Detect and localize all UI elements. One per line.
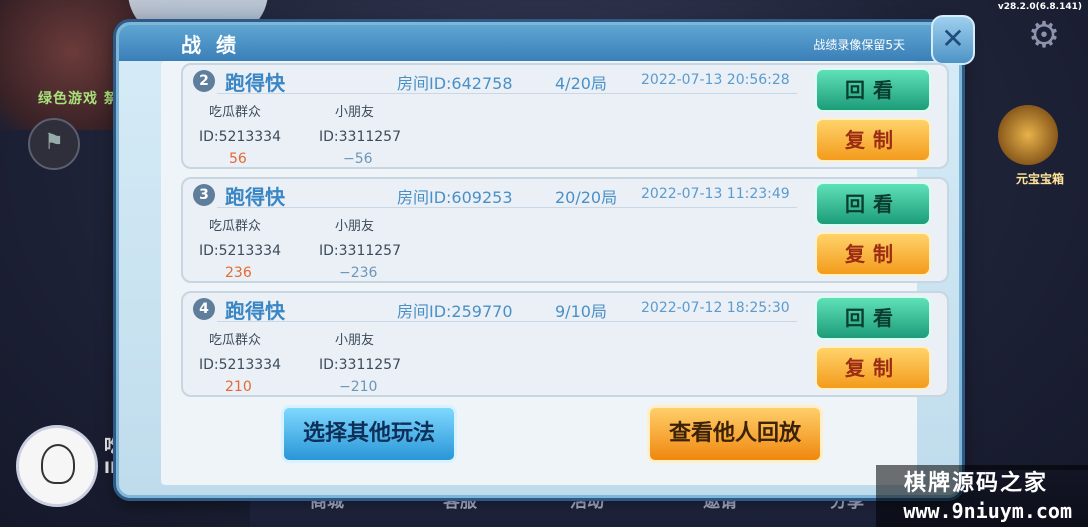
replay-button[interactable]: 回看	[815, 296, 931, 340]
watermark-title: 棋牌源码之家	[903, 471, 1048, 496]
player1-id: ID:5213334	[199, 243, 281, 259]
select-other-game-button[interactable]: 选择其他玩法	[281, 405, 457, 463]
replay-button[interactable]: 回看	[815, 68, 931, 112]
room-id: 房间ID:642758	[397, 74, 513, 93]
copy-button[interactable]: 复制	[815, 346, 931, 390]
room-id: 房间ID:259770	[397, 302, 513, 321]
round-count: 20/20局	[555, 188, 618, 207]
record-card: 2 跑得快 房间ID:642758 4/20局 2022-07-13 20:56…	[181, 63, 949, 169]
replay-button[interactable]: 回看	[815, 182, 931, 226]
copy-button[interactable]: 复制	[815, 118, 931, 162]
player1-name: 吃瓜群众	[209, 333, 262, 348]
records-dialog: 战 绩 战绩录像保留5天 ✕ 2 跑得快 房间ID:642758 4/20局 2…	[116, 15, 975, 498]
player1-score: 210	[225, 379, 252, 395]
room-id: 房间ID:609253	[397, 188, 513, 207]
record-datetime: 2022-07-13 11:23:49	[641, 186, 790, 202]
watermark-url: www.9niuym.com	[903, 499, 1072, 523]
avatar[interactable]	[16, 425, 98, 507]
round-count: 4/20局	[555, 74, 607, 93]
retention-note: 战绩录像保留5天	[813, 38, 905, 52]
record-card: 4 跑得快 房间ID:259770 9/10局 2022-07-12 18:25…	[181, 291, 949, 397]
gear-icon[interactable]: ⚙	[1024, 16, 1064, 56]
player2-score: −236	[339, 265, 378, 281]
player2-name: 小朋友	[335, 105, 375, 120]
player1-name: 吃瓜群众	[209, 105, 262, 120]
player1-id: ID:5213334	[199, 357, 281, 373]
dialog-header: 战 绩 战绩录像保留5天	[119, 25, 959, 61]
view-others-replay-button[interactable]: 查看他人回放	[647, 405, 823, 463]
record-index-badge: 4	[193, 298, 215, 320]
close-icon[interactable]: ✕	[931, 15, 975, 65]
record-datetime: 2022-07-12 18:25:30	[641, 300, 790, 316]
round-count: 9/10局	[555, 302, 607, 321]
stamp-icon[interactable]: ⚑	[28, 118, 80, 170]
player2-score: −56	[343, 151, 373, 167]
treasure-chest-label: 元宝宝箱	[1015, 172, 1064, 186]
game-name: 跑得快	[225, 185, 285, 209]
game-name: 跑得快	[225, 299, 285, 323]
player1-score: 56	[229, 151, 247, 167]
player2-id: ID:3311257	[319, 357, 401, 373]
record-card: 3 跑得快 房间ID:609253 20/20局 2022-07-13 11:2…	[181, 177, 949, 283]
player2-id: ID:3311257	[319, 129, 401, 145]
player2-id: ID:3311257	[319, 243, 401, 259]
player2-score: −210	[339, 379, 378, 395]
copy-button[interactable]: 复制	[815, 232, 931, 276]
record-datetime: 2022-07-13 20:56:28	[641, 72, 790, 88]
player2-name: 小朋友	[335, 219, 375, 234]
record-index-badge: 2	[193, 70, 215, 92]
version-label: v28.2.0(6.8.141)	[997, 2, 1082, 12]
player1-id: ID:5213334	[199, 129, 281, 145]
player1-score: 236	[225, 265, 252, 281]
player1-name: 吃瓜群众	[209, 219, 262, 234]
player2-name: 小朋友	[335, 333, 375, 348]
game-name: 跑得快	[225, 71, 285, 95]
dialog-title: 战 绩	[181, 33, 240, 57]
treasure-chest-icon[interactable]	[998, 105, 1058, 165]
record-index-badge: 3	[193, 184, 215, 206]
